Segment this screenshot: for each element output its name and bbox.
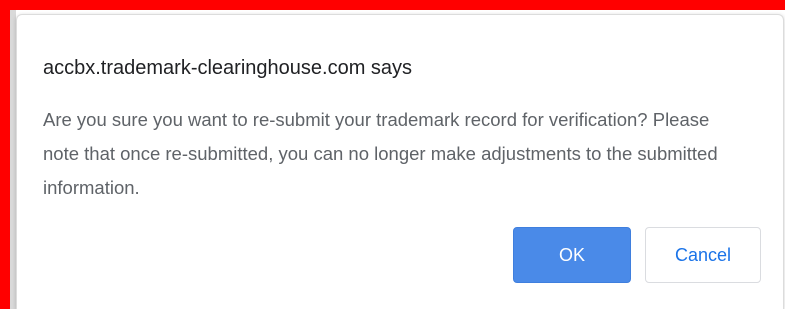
dialog-message: Are you sure you want to re-submit your … [43,109,718,198]
confirm-dialog: accbx.trademark-clearinghouse.com says A… [16,14,784,309]
ok-button[interactable]: OK [513,227,631,283]
highlight-frame-top [0,0,785,10]
dialog-title: accbx.trademark-clearinghouse.com says [43,57,413,79]
cancel-button[interactable]: Cancel [645,227,761,283]
highlight-frame-left [0,0,10,309]
screenshot-stage: accbx.trademark-clearinghouse.com says A… [0,0,785,309]
